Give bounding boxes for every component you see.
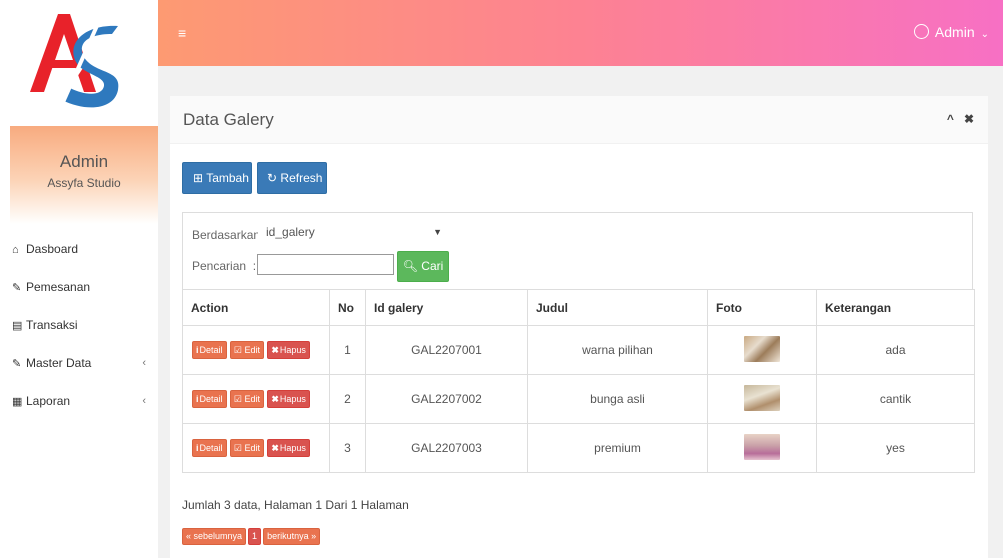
action-cell: iDetail ☑ Edit ✖Hapus	[182, 423, 330, 473]
photo-thumbnail[interactable]	[744, 335, 780, 362]
search-by-value: id_galery	[266, 225, 315, 239]
detail-button[interactable]: iDetail	[192, 439, 227, 457]
row-keterangan: cantik	[816, 374, 975, 424]
chevron-down-icon: ⌄	[980, 29, 989, 40]
row-foto	[707, 374, 817, 424]
search-by-select[interactable]: id_galery ▼	[258, 220, 448, 250]
row-foto	[707, 423, 817, 473]
sidebar-item-label: Transaksi	[26, 318, 78, 332]
galery-table: Action No Id galery Judul Foto Keteranga…	[182, 289, 975, 473]
chevron-left-icon: ‹	[142, 357, 146, 369]
pencil-icon: ✎	[12, 282, 22, 294]
row-no: 3	[329, 423, 366, 473]
sidebar: Admin Assyfa Studio ⌂ Dasboard ✎ Pemesanan…	[0, 0, 158, 558]
sidebar-item-label: Dasboard	[26, 242, 79, 256]
tambah-label: Tambah	[206, 171, 249, 185]
row-id: GAL2207001	[365, 325, 528, 375]
sidebar-item-pemesanan[interactable]: ✎ Pemesanan	[0, 268, 158, 306]
search-query-label: Pencarian :	[192, 259, 257, 273]
calendar-icon: ▦	[12, 396, 23, 408]
logo	[0, 0, 158, 126]
user-icon	[913, 24, 929, 39]
table-row: iDetail ☑ Edit ✖Hapus 3 GAL2207003 premi…	[182, 423, 975, 473]
table-row: iDetail ☑ Edit ✖Hapus 1 GAL2207001 warna…	[182, 325, 975, 375]
top-navbar: ≡ Admin ⌄	[158, 0, 1003, 66]
page-title: Data Galery	[183, 110, 274, 129]
profile-name: Admin	[59, 152, 109, 171]
edit-icon: ✎	[12, 358, 22, 370]
prev-page-button[interactable]: « sebelumnya	[182, 528, 247, 545]
edit-button[interactable]: ☑ Edit	[229, 439, 264, 457]
sidebar-item-label: Pemesanan	[26, 280, 91, 294]
pagination-summary: Jumlah 3 data, Halaman 1 Dari 1 Halaman	[182, 498, 409, 512]
close-icon[interactable]: ✖	[964, 112, 974, 126]
refresh-icon: ↻	[267, 171, 278, 185]
sidebar-item-laporan[interactable]: ▦ Laporan ‹	[0, 382, 158, 420]
action-cell: iDetail ☑ Edit ✖Hapus	[182, 325, 330, 375]
tambah-button[interactable]: ⊞ Tambah	[182, 162, 252, 194]
sidebar-item-master-data[interactable]: ✎ Master Data ‹	[0, 344, 158, 382]
detail-button[interactable]: iDetail	[192, 390, 227, 408]
user-label: Admin	[934, 24, 975, 40]
col-no: No	[329, 289, 366, 326]
collapse-icon[interactable]: ^	[947, 112, 954, 126]
search-form: Berdasarkan: id_galery ▼ Pencarian : 🔍︎ …	[182, 212, 973, 289]
col-action: Action	[182, 289, 330, 326]
row-foto	[707, 325, 817, 375]
row-judul: premium	[527, 423, 708, 473]
sidebar-nav: ⌂ Dasboard ✎ Pemesanan ▤ Transaksi ✎ Master …	[0, 230, 158, 420]
plus-square-icon: ⊞	[193, 171, 204, 185]
search-icon: 🔍︎	[402, 259, 418, 273]
profile-subtitle: Assyfa Studio	[47, 176, 121, 190]
sidebar-item-label: Master Data	[26, 356, 92, 370]
sidebar-item-label: Laporan	[26, 394, 71, 408]
panel-header: Data Galery ^ ✖	[170, 96, 988, 144]
action-cell: iDetail ☑ Edit ✖Hapus	[182, 374, 330, 424]
cari-label: Cari	[421, 259, 444, 273]
sidebar-item-transaksi[interactable]: ▤ Transaksi	[0, 306, 158, 344]
row-no: 2	[329, 374, 366, 424]
page-1-button[interactable]: 1	[248, 528, 262, 545]
row-no: 1	[329, 325, 366, 375]
refresh-label: Refresh	[280, 171, 323, 185]
row-id: GAL2207002	[365, 374, 528, 424]
row-judul: bunga asli	[527, 374, 708, 424]
chevron-down-icon: ▼	[433, 227, 442, 237]
refresh-button[interactable]: ↻ Refresh	[257, 162, 327, 194]
next-page-button[interactable]: berikutnya »	[263, 528, 321, 545]
pagination: « sebelumnya 1 berikutnya »	[182, 528, 322, 545]
search-input[interactable]	[257, 254, 394, 275]
home-icon: ⌂	[12, 244, 19, 256]
sidebar-item-dasboard[interactable]: ⌂ Dasboard	[0, 230, 158, 268]
hapus-button[interactable]: ✖Hapus	[267, 341, 310, 359]
col-judul: Judul	[527, 289, 708, 326]
user-profile: Admin Assyfa Studio	[10, 126, 158, 224]
edit-button[interactable]: ☑ Edit	[229, 390, 264, 408]
data-panel: Data Galery ^ ✖ ⊞ Tambah ↻ Refresh Berdas…	[170, 96, 988, 558]
detail-button[interactable]: iDetail	[192, 341, 227, 359]
hapus-button[interactable]: ✖Hapus	[267, 390, 310, 408]
panel-tools: ^ ✖	[937, 112, 974, 126]
photo-thumbnail[interactable]	[744, 384, 780, 411]
edit-button[interactable]: ☑ Edit	[229, 341, 264, 359]
search-by-label: Berdasarkan:	[192, 228, 264, 242]
menu-toggle-icon[interactable]: ≡	[178, 25, 186, 41]
photo-thumbnail[interactable]	[744, 433, 780, 460]
row-keterangan: ada	[816, 325, 975, 375]
book-icon: ▤	[12, 320, 23, 332]
row-judul: warna pilihan	[527, 325, 708, 375]
user-menu[interactable]: Admin ⌄	[913, 24, 989, 40]
col-foto: Foto	[707, 289, 817, 326]
row-id: GAL2207003	[365, 423, 528, 473]
row-keterangan: yes	[816, 423, 975, 473]
chevron-left-icon: ‹	[142, 395, 146, 407]
col-keterangan: Keterangan	[816, 289, 975, 326]
cari-button[interactable]: 🔍︎ Cari	[397, 251, 449, 282]
table-header-row: Action No Id galery Judul Foto Keteranga…	[182, 289, 975, 326]
hapus-button[interactable]: ✖Hapus	[267, 439, 310, 457]
col-id-galery: Id galery	[365, 289, 528, 326]
table-row: iDetail ☑ Edit ✖Hapus 2 GAL2207002 bunga…	[182, 374, 975, 424]
